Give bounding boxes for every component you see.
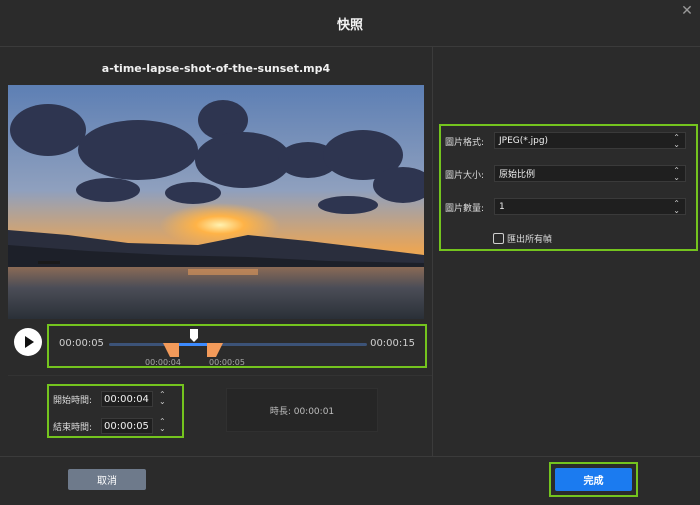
count-label: 圖片數量: xyxy=(445,204,485,214)
count-select[interactable]: 1 ⌃ ⌄ xyxy=(494,198,686,215)
end-time-label: 結束時間: xyxy=(53,423,93,433)
video-filename: a-time-lapse-shot-of-the-sunset.mp4 xyxy=(101,62,331,75)
start-time-input[interactable] xyxy=(101,391,153,407)
header-divider xyxy=(0,46,700,47)
time-range-panel: 開始時間: ⌃ ⌄ 結束時間: ⌃ ⌄ xyxy=(47,384,184,438)
timeline-track[interactable] xyxy=(109,343,367,346)
start-time-label: 開始時間: xyxy=(53,396,93,406)
format-label: 圖片格式: xyxy=(445,138,485,148)
export-all-checkbox[interactable] xyxy=(493,233,504,244)
chevron-down-icon[interactable]: ⌄ xyxy=(159,398,166,406)
timeline-start-time: 00:00:05 xyxy=(59,338,104,349)
close-icon[interactable]: ✕ xyxy=(680,4,694,18)
panel-divider xyxy=(432,47,433,457)
timeline-selected-range xyxy=(178,343,208,346)
size-value: 原始比例 xyxy=(499,170,536,180)
size-label: 圖片大小: xyxy=(445,171,485,181)
cancel-button[interactable]: 取消 xyxy=(68,469,146,490)
play-button[interactable] xyxy=(14,328,42,356)
timeline-end-time: 00:00:15 xyxy=(370,338,415,349)
end-time-input[interactable] xyxy=(101,418,153,434)
select-chevron-icon: ⌃ ⌄ xyxy=(673,166,680,182)
format-value: JPEG(*.jpg) xyxy=(499,135,549,146)
select-chevron-icon: ⌃ ⌄ xyxy=(673,199,680,215)
range-start-handle[interactable] xyxy=(163,343,179,357)
duration-display: 時長: 00:00:01 xyxy=(226,388,378,432)
playhead-marker[interactable] xyxy=(189,329,199,343)
range-end-handle[interactable] xyxy=(207,343,223,357)
section-divider xyxy=(8,375,432,376)
video-preview xyxy=(8,85,424,319)
range-end-label: 00:00:05 xyxy=(209,358,245,367)
done-button[interactable]: 完成 xyxy=(555,468,632,491)
export-all-label: 匯出所有幀 xyxy=(507,235,553,245)
size-select[interactable]: 原始比例 ⌃ ⌄ xyxy=(494,165,686,182)
image-settings-panel: 圖片格式: JPEG(*.jpg) ⌃ ⌄ 圖片大小: 原始比例 ⌃ ⌄ 圖片數量:… xyxy=(439,124,698,251)
end-time-stepper[interactable]: ⌃ ⌄ xyxy=(159,418,166,433)
format-select[interactable]: JPEG(*.jpg) ⌃ ⌄ xyxy=(494,132,686,149)
range-start-label: 00:00:04 xyxy=(145,358,181,367)
chevron-down-icon[interactable]: ⌄ xyxy=(159,425,166,433)
count-value: 1 xyxy=(499,201,505,212)
start-time-stepper[interactable]: ⌃ ⌄ xyxy=(159,391,166,406)
play-icon xyxy=(25,336,34,348)
dialog-title: 快照 xyxy=(336,17,363,33)
timeline-panel: 00:00:05 00:00:04 00:00:05 00:00:15 xyxy=(47,324,427,368)
footer-divider xyxy=(0,456,700,457)
select-chevron-icon: ⌃ ⌄ xyxy=(673,133,680,149)
